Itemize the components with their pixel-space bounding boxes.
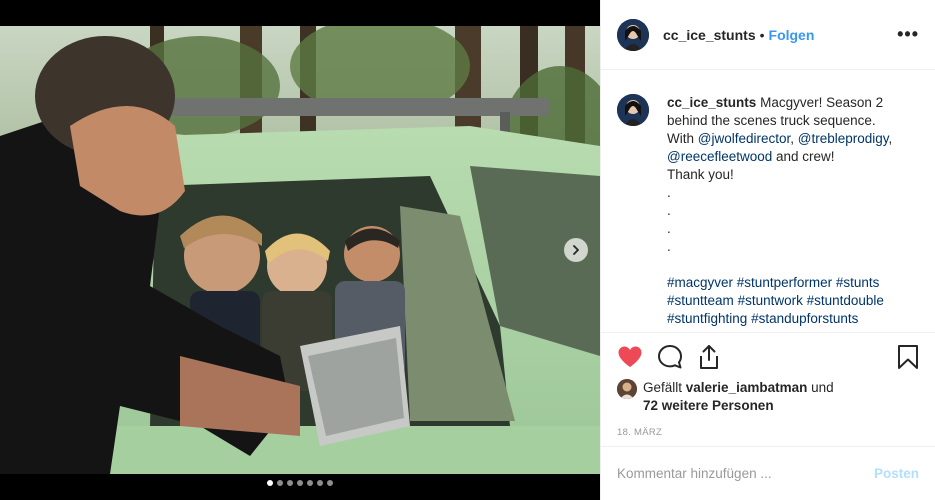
hashtag-link[interactable]: #stuntwork [738, 293, 803, 308]
chevron-right-icon [573, 245, 579, 255]
hashtag-link[interactable]: #stuntfighting [667, 311, 747, 326]
carousel-next-button[interactable] [564, 238, 588, 262]
hashtag-link[interactable]: #stunts [836, 275, 880, 290]
post-photo[interactable] [0, 26, 600, 474]
action-bar [617, 333, 919, 381]
heart-icon [618, 346, 642, 367]
post-side-panel: cc_ice_stunts • Folgen ••• cc_ice_stunts… [600, 0, 935, 500]
caption-username[interactable]: cc_ice_stunts [667, 95, 756, 110]
instagram-post-view: cc_ice_stunts • Folgen ••• cc_ice_stunts… [0, 0, 935, 500]
carousel-dot [307, 480, 313, 486]
author-username[interactable]: cc_ice_stunts [663, 27, 756, 43]
likes-middle: und [807, 380, 834, 395]
carousel-dot [317, 480, 323, 486]
caption-dot: . [667, 239, 671, 254]
carousel-dot [267, 480, 273, 486]
hashtag-link[interactable]: #stuntperformer [737, 275, 832, 290]
share-button[interactable] [697, 344, 721, 370]
post-caption: cc_ice_stunts Macgyver! Season 2 behind … [667, 94, 892, 332]
carousel-indicator [0, 480, 600, 486]
post-comment-button[interactable]: Posten [874, 466, 919, 481]
post-header: cc_ice_stunts • Folgen ••• [601, 0, 935, 70]
caption-avatar-image [617, 94, 649, 126]
save-button[interactable] [897, 344, 919, 370]
like-button[interactable] [617, 345, 643, 369]
caption-line-1: Macgyver! Season 2 [760, 95, 884, 110]
carousel-dot [277, 480, 283, 486]
caption-line-2: behind the scenes truck sequence. [667, 113, 876, 128]
mention-link[interactable]: @trebleprodigy [798, 131, 889, 146]
comment-form: Posten [601, 446, 935, 500]
caption-dot: . [667, 203, 671, 218]
author-avatar-image [617, 18, 649, 51]
post-actions-area: Gefällt valerie_iambatman und 72 weitere… [601, 332, 935, 438]
post-media [0, 0, 600, 500]
hashtag-link[interactable]: #macgyver [667, 275, 733, 290]
caption-avatar[interactable] [617, 94, 649, 126]
photo-illustration [0, 26, 600, 474]
caption-line-3-prefix: With [667, 131, 698, 146]
liker-username[interactable]: valerie_iambatman [686, 380, 808, 395]
more-options-icon[interactable]: ••• [897, 24, 919, 45]
likes-prefix: Gefällt [643, 380, 686, 395]
carousel-dot [297, 480, 303, 486]
hashtag-link[interactable]: #stuntdouble [807, 293, 884, 308]
share-icon [700, 345, 718, 369]
likes-summary: Gefällt valerie_iambatman und 72 weitere… [617, 379, 919, 415]
liker-avatar[interactable] [617, 379, 637, 399]
caption-comma: , [888, 131, 893, 146]
bookmark-icon [898, 345, 918, 369]
carousel-dot [287, 480, 293, 486]
caption-line-4-suffix: and crew! [772, 149, 835, 164]
mention-link[interactable]: @jwolfedirector [698, 131, 791, 146]
header-separator: • [759, 26, 765, 43]
follow-button[interactable]: Folgen [769, 27, 815, 43]
mention-link[interactable]: @reecefleetwood [667, 149, 772, 164]
caption-dot: . [667, 221, 671, 236]
likes-others-link[interactable]: 72 weitere Personen [643, 398, 774, 413]
liker-avatar-image [617, 379, 637, 399]
hashtag-link[interactable]: #standupforstunts [751, 311, 858, 326]
hashtag-link[interactable]: #stuntteam [667, 293, 734, 308]
carousel-dot [327, 480, 333, 486]
author-avatar[interactable] [617, 18, 649, 51]
caption-dot: . [667, 185, 671, 200]
post-date[interactable]: 18. MÄRZ [617, 427, 919, 438]
comments-area: cc_ice_stunts Macgyver! Season 2 behind … [601, 70, 935, 332]
caption-line-5: Thank you! [667, 167, 734, 182]
comment-input[interactable] [617, 466, 874, 481]
caption-comma: , [790, 131, 798, 146]
comment-icon [658, 345, 682, 369]
comment-button[interactable] [657, 344, 683, 370]
